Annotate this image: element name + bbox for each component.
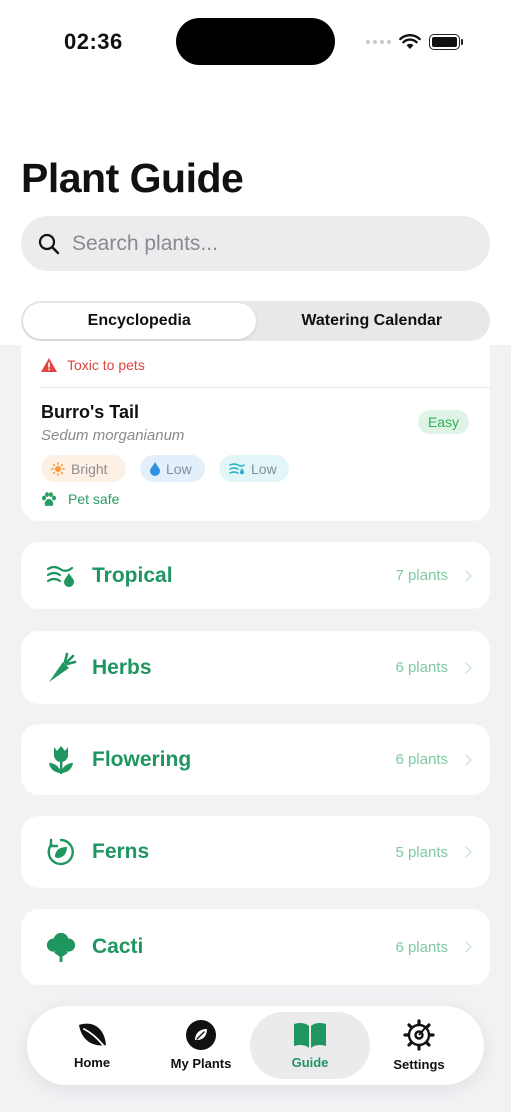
category-tropical[interactable]: Tropical 7 plants — [21, 542, 490, 609]
category-name: Tropical — [92, 563, 173, 587]
status-indicators — [366, 30, 463, 54]
leaf-cycle-icon — [45, 836, 77, 868]
pet-safe-label: Pet safe — [68, 491, 120, 507]
paw-icon — [42, 491, 56, 506]
care-chips: Bright Low Low — [41, 455, 289, 482]
category-herbs[interactable]: Herbs 6 plants — [21, 631, 490, 704]
header: 02:36 Plant Guide Encyclopedia Watering … — [0, 0, 511, 345]
battery-icon — [429, 34, 463, 50]
gear-icon — [403, 1019, 435, 1051]
tab-label: Home — [73, 1055, 111, 1070]
category-name: Cacti — [92, 935, 144, 958]
dynamic-island — [176, 18, 335, 65]
wifi-icon — [399, 34, 421, 49]
status-time: 02:36 — [64, 29, 123, 54]
chevron-right-icon — [460, 846, 472, 858]
tab-my-plants[interactable]: My Plants — [141, 1012, 261, 1079]
plant-scientific-name: Sedum morganianum — [41, 427, 185, 444]
chevron-right-icon — [460, 941, 472, 953]
sun-icon — [51, 461, 65, 476]
category-flowering[interactable]: Flowering 6 plants — [21, 724, 490, 795]
category-name: Herbs — [92, 655, 152, 679]
tab-label: Settings — [393, 1057, 445, 1072]
tree-icon — [45, 931, 77, 963]
leaf-icon — [79, 1023, 106, 1046]
search-input[interactable] — [72, 231, 452, 256]
tab-guide[interactable]: Guide — [250, 1012, 370, 1079]
pet-safe-row: Pet safe — [41, 491, 119, 507]
category-name: Ferns — [92, 840, 150, 863]
segment-watering-calendar[interactable]: Watering Calendar — [256, 303, 489, 339]
category-count: 6 plants — [395, 751, 448, 768]
humidity-icon — [229, 462, 245, 474]
water-drop-icon — [150, 461, 160, 476]
warning-icon — [41, 358, 57, 372]
category-cacti[interactable]: Cacti 6 plants — [21, 909, 490, 985]
tulip-icon — [45, 744, 77, 776]
tab-label: Guide — [291, 1055, 329, 1070]
toxic-warning: Toxic to pets — [41, 357, 145, 373]
water-chip: Low — [140, 455, 205, 482]
search-bar[interactable] — [21, 216, 490, 271]
search-icon — [38, 233, 60, 254]
plant-name: Burro's Tail — [41, 402, 139, 422]
difficulty-badge: Easy — [418, 410, 469, 434]
humidity-drop-icon — [45, 560, 77, 592]
tab-settings[interactable]: Settings — [359, 1012, 479, 1079]
humidity-label: Low — [251, 460, 277, 477]
segmented-control: Encyclopedia Watering Calendar — [21, 301, 490, 341]
category-count: 5 plants — [395, 843, 448, 861]
tab-label: My Plants — [170, 1056, 232, 1071]
leaf-circle-icon — [186, 1020, 216, 1050]
chevron-right-icon — [460, 569, 472, 582]
water-label: Low — [166, 460, 192, 477]
light-chip: Bright — [41, 455, 126, 482]
book-icon — [294, 1022, 326, 1048]
chevron-right-icon — [460, 661, 472, 674]
category-ferns[interactable]: Ferns 5 plants — [21, 816, 490, 888]
category-name: Flowering — [92, 747, 192, 771]
divider — [41, 387, 490, 388]
segment-encyclopedia[interactable]: Encyclopedia — [23, 303, 256, 339]
page-title: Plant Guide — [21, 155, 244, 201]
signal-icon — [366, 40, 391, 44]
light-label: Bright — [71, 460, 108, 477]
category-count: 7 plants — [395, 567, 448, 584]
toxic-label: Toxic to pets — [67, 357, 145, 373]
chevron-right-icon — [460, 753, 472, 766]
category-count: 6 plants — [395, 938, 448, 956]
tab-bar: Home My Plants Guide Settings — [27, 1006, 484, 1085]
tab-home[interactable]: Home — [32, 1012, 152, 1079]
humidity-chip: Low — [219, 455, 289, 482]
carrot-icon — [45, 652, 77, 684]
category-count: 6 plants — [395, 659, 448, 676]
